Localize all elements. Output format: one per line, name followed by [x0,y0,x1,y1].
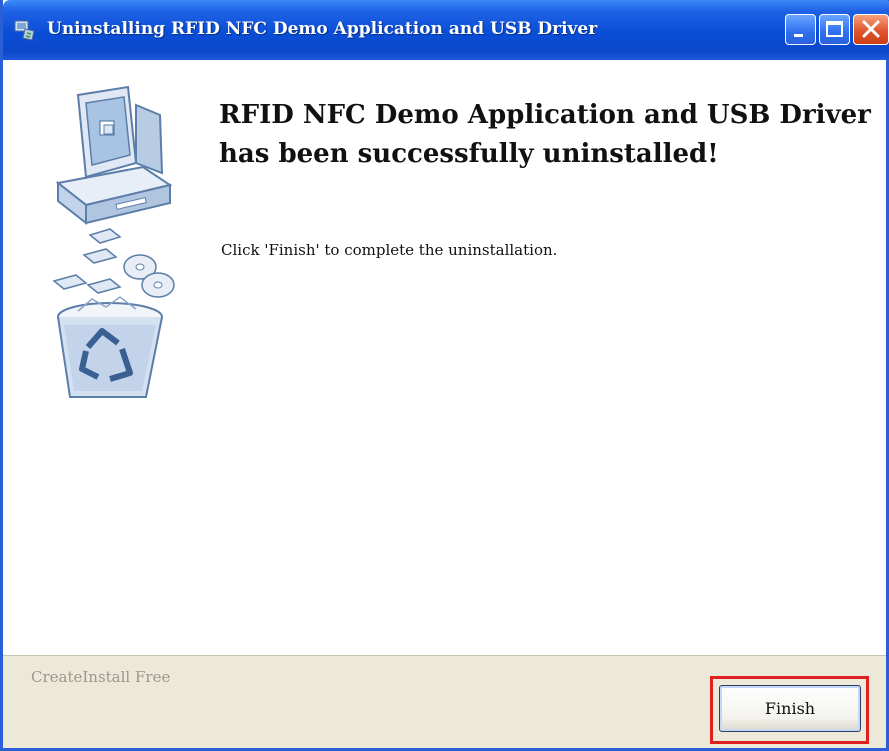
minimize-icon [794,34,803,37]
title-bar[interactable]: Uninstalling RFID NFC Demo Application a… [3,0,889,60]
content-area: RFID NFC Demo Application and USB Driver… [3,60,886,655]
computer-recycle-bin-icon [52,85,175,398]
finish-button[interactable]: Finish [719,685,861,732]
brand-label: CreateInstall Free [31,668,171,686]
app-icon [14,20,35,41]
maximize-button[interactable] [819,14,850,45]
close-icon [862,20,880,38]
close-button[interactable] [853,14,889,45]
instruction-text: Click 'Finish' to complete the uninstall… [221,241,558,259]
uninstall-window: Uninstalling RFID NFC Demo Application a… [0,0,889,751]
footer-bar: CreateInstall Free Finish [3,655,886,748]
page-title-line-2: has been successfully uninstalled! [219,139,719,169]
page-title-line-1: RFID NFC Demo Application and USB Driver [219,100,871,130]
minimize-button[interactable] [785,14,816,45]
page-title: RFID NFC Demo Application and USB Driver… [219,96,879,174]
maximize-icon [826,21,843,37]
window-title: Uninstalling RFID NFC Demo Application a… [47,19,598,39]
